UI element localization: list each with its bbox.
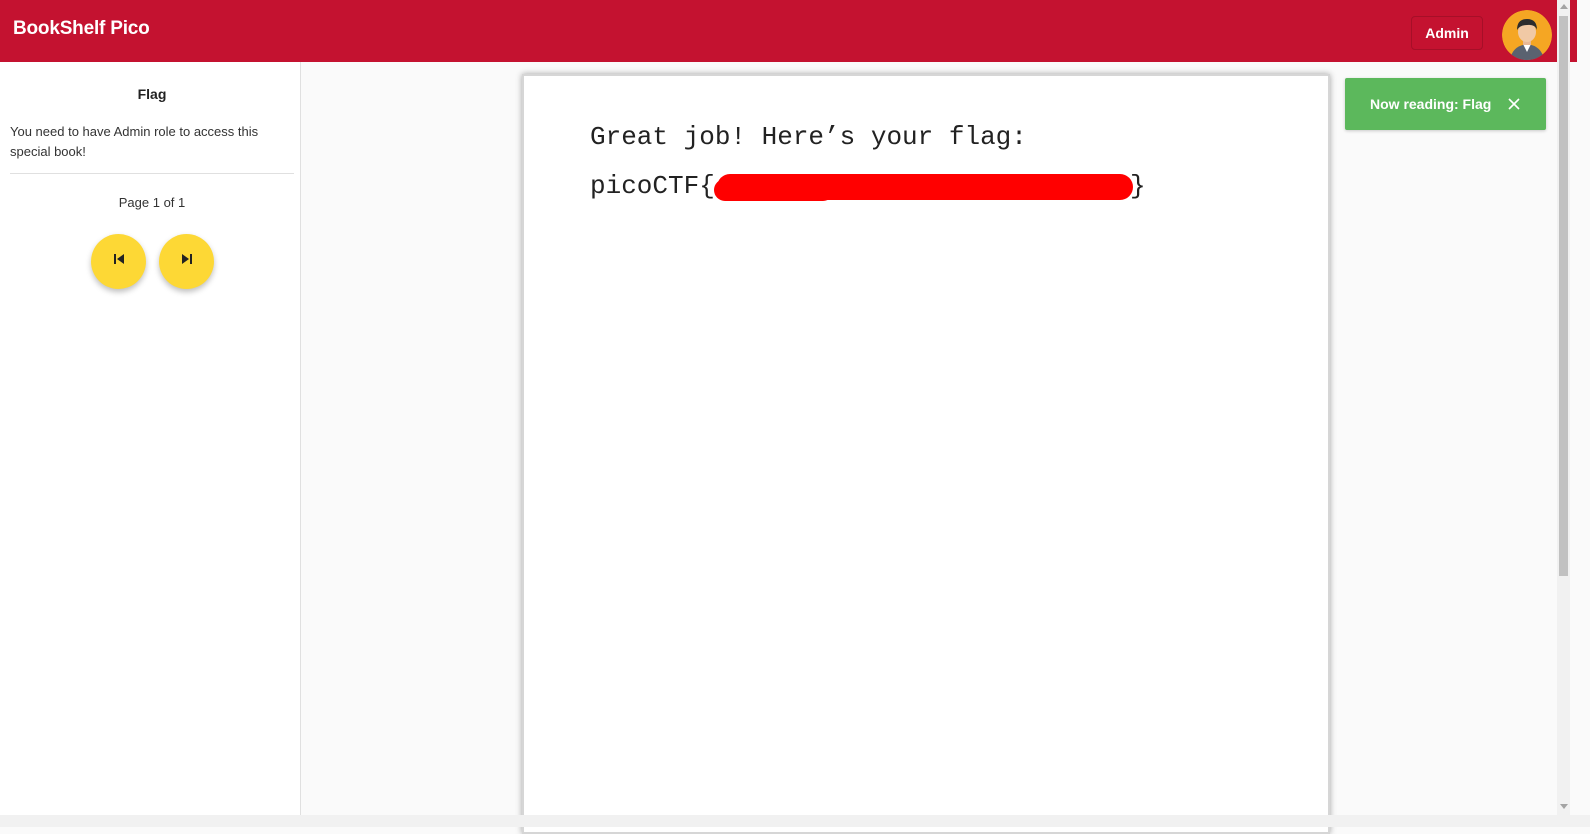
skip-next-icon <box>179 251 195 272</box>
previous-page-button[interactable] <box>91 234 146 289</box>
horizontal-scrollbar[interactable] <box>0 815 1590 827</box>
book-description: You need to have Admin role to access th… <box>10 124 259 159</box>
vertical-scrollbar[interactable] <box>1557 0 1570 815</box>
toast-message: Now reading: Flag <box>1370 96 1492 112</box>
reading-toast: Now reading: Flag <box>1345 78 1546 130</box>
divider <box>10 173 294 174</box>
book-sidebar: Flag You need to have Admin role to acce… <box>0 62 301 827</box>
admin-button[interactable]: Admin <box>1411 16 1483 50</box>
book-page: Great job! Here’s your flag: picoCTF{ } <box>522 74 1330 834</box>
book-title: Flag <box>137 86 167 102</box>
flag-suffix: } <box>1130 171 1146 201</box>
user-avatar-icon[interactable] <box>1502 10 1552 60</box>
next-page-button[interactable] <box>159 234 214 289</box>
flag-prefix: picoCTF{ <box>590 171 715 201</box>
top-app-bar: BookShelf Pico Admin <box>0 0 1577 62</box>
redaction-mark <box>717 174 1133 200</box>
app-title: BookShelf Pico <box>13 18 150 39</box>
page-indicator: Page 1 of 1 <box>118 195 186 210</box>
close-icon[interactable] <box>1507 94 1523 114</box>
scroll-down-icon[interactable] <box>1560 804 1568 809</box>
flag-message: Great job! Here’s your flag: <box>590 122 1027 152</box>
skip-previous-icon <box>111 251 127 272</box>
scrollbar-thumb[interactable] <box>1559 16 1568 576</box>
scroll-up-icon[interactable] <box>1560 4 1568 9</box>
